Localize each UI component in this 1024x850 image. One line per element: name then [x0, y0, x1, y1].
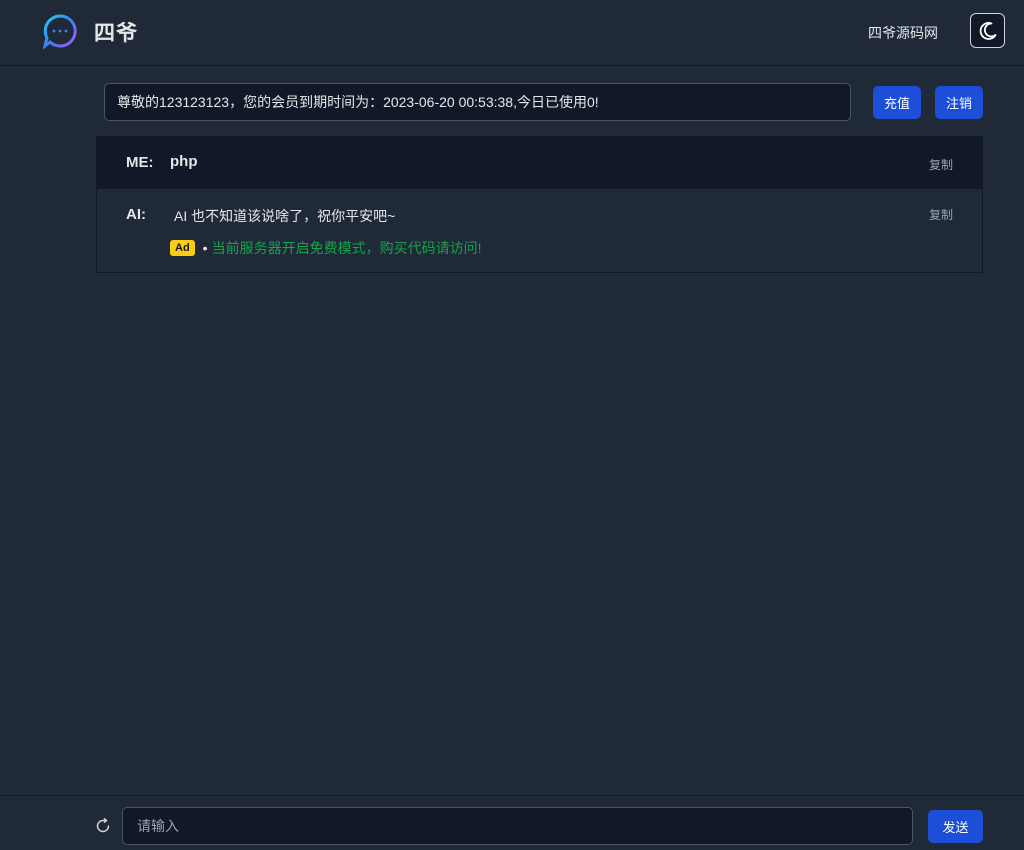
top-header: 四爷 四爷源码网 [0, 0, 1024, 66]
ad-badge: Ad [170, 240, 195, 256]
send-button[interactable]: 发送 [928, 810, 983, 843]
composer-bar: 发送 [0, 795, 1024, 850]
ad-bullet: • [202, 240, 208, 256]
membership-status: 尊敬的123123123，您的会员到期时间为：2023-06-20 00:53:… [104, 83, 851, 121]
theme-toggle-button[interactable] [970, 13, 1005, 48]
logout-button[interactable]: 注销 [935, 86, 983, 119]
ad-notice: Ad • 当前服务器开启免费模式，购买代码请访问! [170, 238, 481, 258]
chat-bubble-icon[interactable] [42, 13, 78, 49]
user-role-label: ME: [126, 154, 154, 171]
ai-message: AI: AI 也不知道该说啥了，祝你平安吧~ 复制 Ad • 当前服务器开启免费… [97, 189, 982, 272]
ai-role-label: AI: [126, 206, 146, 223]
brand-title: 四爷 [94, 22, 138, 45]
ai-message-text: AI 也不知道该说啥了，祝你平安吧~ [174, 208, 396, 224]
user-message: ME: php 复制 [97, 137, 982, 189]
user-message-text: php [170, 153, 198, 170]
copy-user-message-button[interactable]: 复制 [929, 156, 953, 173]
ad-link[interactable]: 当前服务器开启免费模式，购买代码请访问! [212, 238, 482, 258]
chat-log: ME: php 复制 AI: AI 也不知道该说啥了，祝你平安吧~ 复制 Ad … [96, 136, 983, 273]
site-link[interactable]: 四爷源码网 [868, 23, 938, 43]
refresh-icon[interactable] [95, 818, 111, 834]
chat-app: 四爷 四爷源码网 尊敬的123123123，您的会员到期时间为：2023-06-… [0, 0, 1024, 850]
copy-ai-message-button[interactable]: 复制 [929, 206, 953, 223]
moon-icon [979, 21, 996, 40]
recharge-button[interactable]: 充值 [873, 86, 921, 119]
message-input[interactable] [122, 807, 913, 845]
